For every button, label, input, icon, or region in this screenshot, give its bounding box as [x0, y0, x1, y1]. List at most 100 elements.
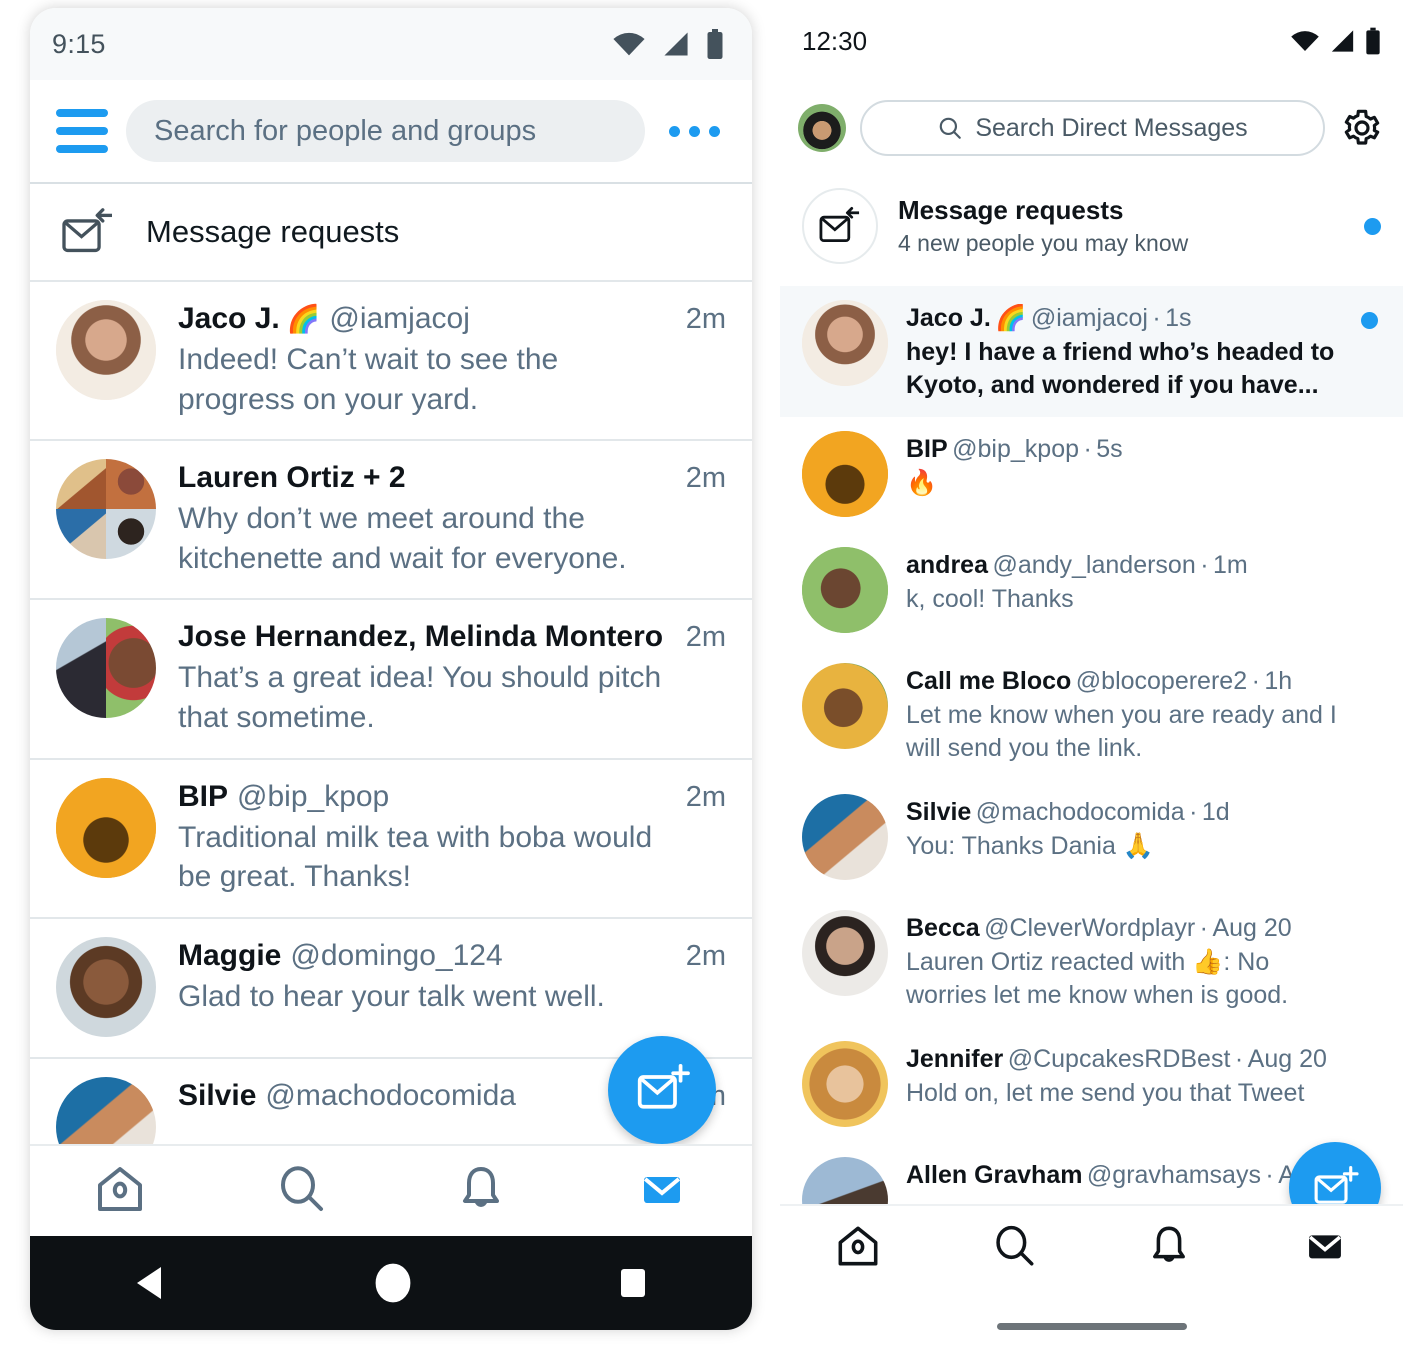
contact-name: BIP [178, 779, 229, 813]
search-input[interactable]: Search Direct Messages [860, 100, 1325, 156]
message-preview: 🔥 [906, 469, 938, 497]
contact-handle: @andy_landerson [992, 551, 1196, 579]
message-preview: Glad to hear your talk went well. [178, 979, 605, 1013]
avatar [802, 910, 888, 996]
contact-name: Allen Gravham [906, 1161, 1083, 1189]
left-message-requests-label: Message requests [146, 214, 400, 249]
left-app-bar: Search for people and groups [30, 80, 752, 184]
contact-handle: @CupcakesRDBest [1007, 1045, 1231, 1073]
new-message-fab[interactable] [608, 1036, 716, 1144]
tab-search[interactable] [990, 1223, 1038, 1274]
list-item[interactable]: andrea @andy_landerson · 1m k, cool! Tha… [780, 533, 1403, 649]
separator: · [1189, 798, 1198, 826]
message-preview: Let me know when you are ready and I wil… [906, 701, 1337, 762]
left-status-icon-group [612, 29, 724, 59]
list-item[interactable]: Becca @CleverWordplayr · Aug 20 Lauren O… [780, 896, 1403, 1027]
hamburger-menu-icon[interactable] [56, 109, 108, 153]
list-item-body: Jaco J. 🌈 @iamjacoj Indeed! Can’t wait t… [178, 300, 676, 419]
separator: · [1265, 1161, 1274, 1189]
contact-handle: @bip_kpop [952, 435, 1079, 463]
contact-handle: @bip_kpop [237, 779, 390, 813]
tab-notifications[interactable] [1145, 1223, 1193, 1274]
tab-messages[interactable] [1301, 1223, 1349, 1274]
back-triangle-icon[interactable] [129, 1263, 173, 1303]
avatar [56, 459, 156, 560]
list-item[interactable]: BIP @bip_kpop · 5s 🔥 [780, 417, 1403, 533]
more-options-icon[interactable] [663, 125, 730, 137]
contact-handle: @machodocomida [265, 1078, 516, 1112]
avatar [56, 618, 156, 719]
list-item[interactable]: Jaco J. 🌈 @iamjacoj Indeed! Can’t wait t… [30, 282, 752, 442]
unread-dot-column [1361, 300, 1381, 329]
avatar[interactable] [798, 104, 846, 152]
wifi-icon [1291, 31, 1319, 51]
separator: · [1251, 667, 1260, 695]
avatar [802, 300, 888, 386]
list-item[interactable]: Jennifer @CupcakesRDBest · Aug 20 Hold o… [780, 1027, 1403, 1143]
list-item[interactable]: Jaco J. 🌈 @iamjacoj · 1s hey! I have a f… [780, 286, 1403, 417]
contact-handle: @blocoperere2 [1075, 667, 1248, 695]
contact-name: Maggie [178, 938, 282, 972]
home-circle-icon[interactable] [371, 1261, 415, 1305]
unread-dot-column [1361, 794, 1381, 806]
message-preview: Hold on, let me send you that Tweet [906, 1079, 1305, 1107]
tab-search[interactable] [274, 1163, 328, 1220]
timestamp: 1h [1264, 667, 1293, 695]
search-placeholder: Search for people and groups [154, 114, 537, 147]
screenshot-root: 9:15 Search for people and groups Messag… [0, 0, 1403, 1352]
right-status-time: 12:30 [802, 25, 868, 56]
unread-dot-column [1361, 1041, 1381, 1053]
contact-name: Lauren Ortiz + 2 [178, 461, 406, 495]
avatar [802, 431, 888, 517]
list-item[interactable]: Call me Bloco @blocoperere2 · 1h Let me … [780, 649, 1403, 780]
list-item[interactable]: Lauren Ortiz + 2 Why don’t we meet aroun… [30, 441, 752, 601]
notifications-bell-icon [1153, 1226, 1186, 1262]
message-preview: hey! I have a friend who’s headed to Kyo… [906, 338, 1335, 399]
list-item[interactable]: BIP @bip_kpop Traditional milk tea with … [30, 759, 752, 919]
separator: · [1200, 551, 1209, 579]
right-message-requests-text: Message requests 4 new people you may kn… [898, 195, 1344, 257]
right-message-requests-subtitle: 4 new people you may know [898, 230, 1189, 256]
right-message-requests-row[interactable]: Message requests 4 new people you may kn… [780, 174, 1403, 286]
messages-envelope-icon [1309, 1234, 1342, 1258]
tab-home[interactable] [93, 1163, 147, 1220]
tab-messages[interactable] [635, 1163, 689, 1220]
recents-square-icon[interactable] [613, 1263, 653, 1303]
list-item-body: Silvie @machodocomida · 1d You: Thanks D… [906, 794, 1343, 863]
right-conversation-list: Jaco J. 🌈 @iamjacoj · 1s hey! I have a f… [780, 286, 1403, 1259]
home-icon [98, 1166, 143, 1211]
avatar [802, 1041, 888, 1127]
list-item[interactable]: Maggie @domingo_124 Glad to hear your ta… [30, 918, 752, 1059]
timestamp: Aug 20 [1247, 1045, 1327, 1073]
tab-home[interactable] [834, 1223, 882, 1274]
timestamp: 1m [1212, 551, 1248, 579]
contact-name: Silvie [178, 1078, 257, 1112]
list-item-body: Lauren Ortiz + 2 Why don’t we meet aroun… [178, 459, 676, 578]
list-item[interactable]: Jose Hernandez, Melinda Montero That’s a… [30, 600, 752, 760]
contact-name: BIP [906, 435, 948, 463]
message-request-icon [802, 188, 878, 264]
search-input[interactable]: Search for people and groups [126, 100, 645, 162]
search-icon [940, 117, 962, 139]
name-emoji: 🌈 [286, 304, 321, 334]
timestamp: 1d [1201, 798, 1230, 826]
unread-dot-column [1361, 910, 1381, 922]
tab-notifications[interactable] [454, 1163, 508, 1220]
list-item-body: Becca @CleverWordplayr · Aug 20 Lauren O… [906, 910, 1343, 1011]
list-item-body: BIP @bip_kpop · 5s 🔥 [906, 431, 1343, 500]
avatar [802, 663, 888, 749]
list-item-body: BIP @bip_kpop Traditional milk tea with … [178, 778, 676, 897]
gear-icon[interactable] [1339, 105, 1385, 151]
left-status-time: 9:15 [52, 28, 106, 59]
contact-name: andrea [906, 551, 988, 579]
avatar [56, 936, 156, 1037]
home-indicator-bar [996, 1323, 1187, 1330]
contact-handle: @domingo_124 [290, 938, 503, 972]
left-message-requests-row[interactable]: Message requests [30, 184, 752, 282]
separator: · [1234, 1045, 1244, 1073]
left-status-bar: 9:15 [30, 8, 752, 80]
contact-name: Jennifer [906, 1045, 1004, 1073]
right-status-icon-group [1290, 27, 1381, 55]
list-item[interactable]: Silvie @machodocomida · 1d You: Thanks D… [780, 780, 1403, 896]
timestamp: 2m [685, 462, 726, 495]
